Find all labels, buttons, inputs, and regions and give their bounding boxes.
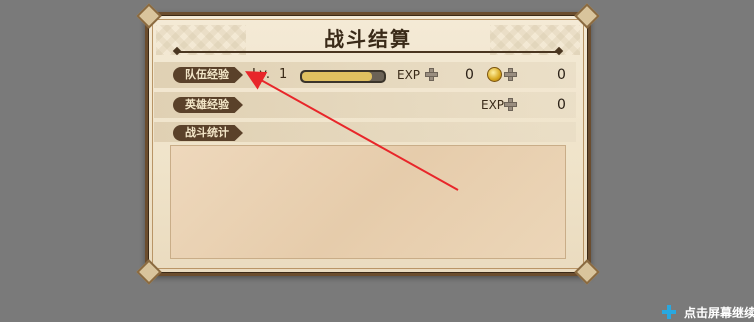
hero-exp-value: 0	[557, 97, 566, 113]
battle-stats-tag: 战斗统计	[173, 125, 243, 141]
corner-ornament	[574, 259, 600, 285]
team-exp-value: 0	[465, 67, 474, 83]
continue-label: 点击屏幕继续	[684, 305, 754, 320]
team-exp-bar	[300, 70, 386, 83]
continue-icon	[662, 305, 676, 319]
continue-prompt[interactable]: 点击屏幕继续	[662, 302, 754, 322]
coin-icon	[487, 67, 502, 82]
hero-exp-tag: 英雄经验	[173, 97, 243, 113]
coin-value: 0	[557, 67, 566, 83]
title-divider	[178, 51, 558, 53]
plus-icon	[504, 68, 517, 81]
level-label: Lv.	[252, 67, 271, 82]
plus-icon	[504, 98, 517, 111]
plus-icon	[425, 68, 438, 81]
corner-ornament	[136, 259, 162, 285]
battle-stats-panel	[170, 145, 566, 259]
dialog-title: 战斗结算	[324, 27, 412, 51]
team-exp-tag: 队伍经验	[173, 67, 243, 83]
exp-label: EXP	[397, 68, 421, 82]
exp-label: EXP	[481, 98, 505, 112]
battle-result-dialog: 战斗结算 队伍经验 Lv. 1 EXP 0 0 英雄经验 EXP 0 战斗统计	[136, 3, 600, 285]
level-value: 1	[279, 67, 288, 82]
team-exp-bar-fill	[302, 72, 372, 81]
